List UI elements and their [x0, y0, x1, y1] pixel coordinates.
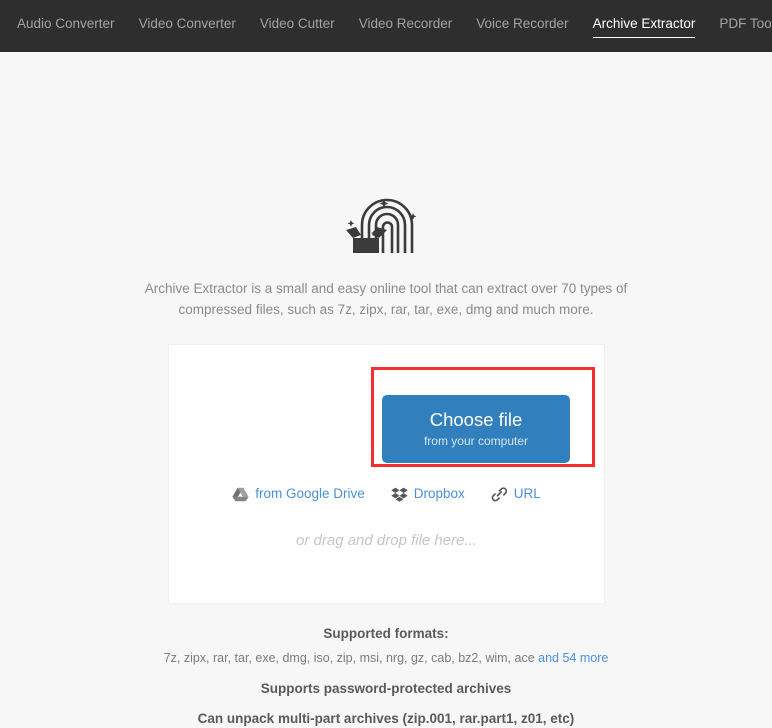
- supported-info-section: Supported formats: 7z, zipx, rar, tar, e…: [0, 624, 772, 728]
- choose-file-button[interactable]: Choose file from your computer: [382, 395, 570, 463]
- top-navigation-bar: Audio Converter Video Converter Video Cu…: [0, 0, 772, 52]
- google-drive-icon: [232, 487, 249, 502]
- nav-item-video-cutter[interactable]: Video Cutter: [260, 16, 335, 36]
- service-url-label: URL: [513, 486, 541, 501]
- formats-text: 7z, zipx, rar, tar, exe, dmg, iso, zip, …: [163, 651, 535, 665]
- nav-item-video-recorder[interactable]: Video Recorder: [359, 16, 453, 36]
- choose-file-button-label: Choose file: [429, 409, 523, 430]
- nav-item-audio-converter[interactable]: Audio Converter: [17, 16, 115, 36]
- hero-description: Archive Extractor is a small and easy on…: [144, 281, 628, 317]
- choose-file-button-sublabel: from your computer: [423, 434, 529, 448]
- multipart-archives-line: Can unpack multi-part archives (zip.001,…: [197, 711, 575, 726]
- nav-item-video-converter[interactable]: Video Converter: [139, 16, 236, 36]
- link-icon: [491, 486, 508, 502]
- service-url[interactable]: URL: [491, 485, 541, 503]
- upload-card-panel: [168, 344, 605, 604]
- nav-item-pdf-tools[interactable]: PDF Tools: [719, 16, 772, 36]
- nav-item-voice-recorder[interactable]: Voice Recorder: [476, 16, 568, 36]
- upload-services-row: from Google Drive Dropbox URL: [168, 485, 605, 503]
- password-protected-line: Supports password-protected archives: [260, 681, 512, 696]
- drag-and-drop-hint[interactable]: or drag and drop file here...: [168, 530, 605, 552]
- service-google-drive[interactable]: from Google Drive: [232, 485, 365, 503]
- supported-formats-title: Supported formats:: [323, 626, 449, 641]
- service-google-drive-label: from Google Drive: [255, 486, 365, 501]
- archive-rainbow-box-icon: [0, 194, 772, 256]
- dropbox-icon: [391, 487, 408, 502]
- supported-formats-list: 7z, zipx, rar, tar, exe, dmg, iso, zip, …: [0, 649, 772, 668]
- service-dropbox[interactable]: Dropbox: [391, 485, 465, 503]
- hero-section: Archive Extractor is a small and easy on…: [0, 52, 772, 320]
- service-dropbox-label: Dropbox: [413, 486, 465, 501]
- nav-item-archive-extractor[interactable]: Archive Extractor: [592, 16, 695, 38]
- more-formats-link[interactable]: and 54 more: [538, 651, 608, 665]
